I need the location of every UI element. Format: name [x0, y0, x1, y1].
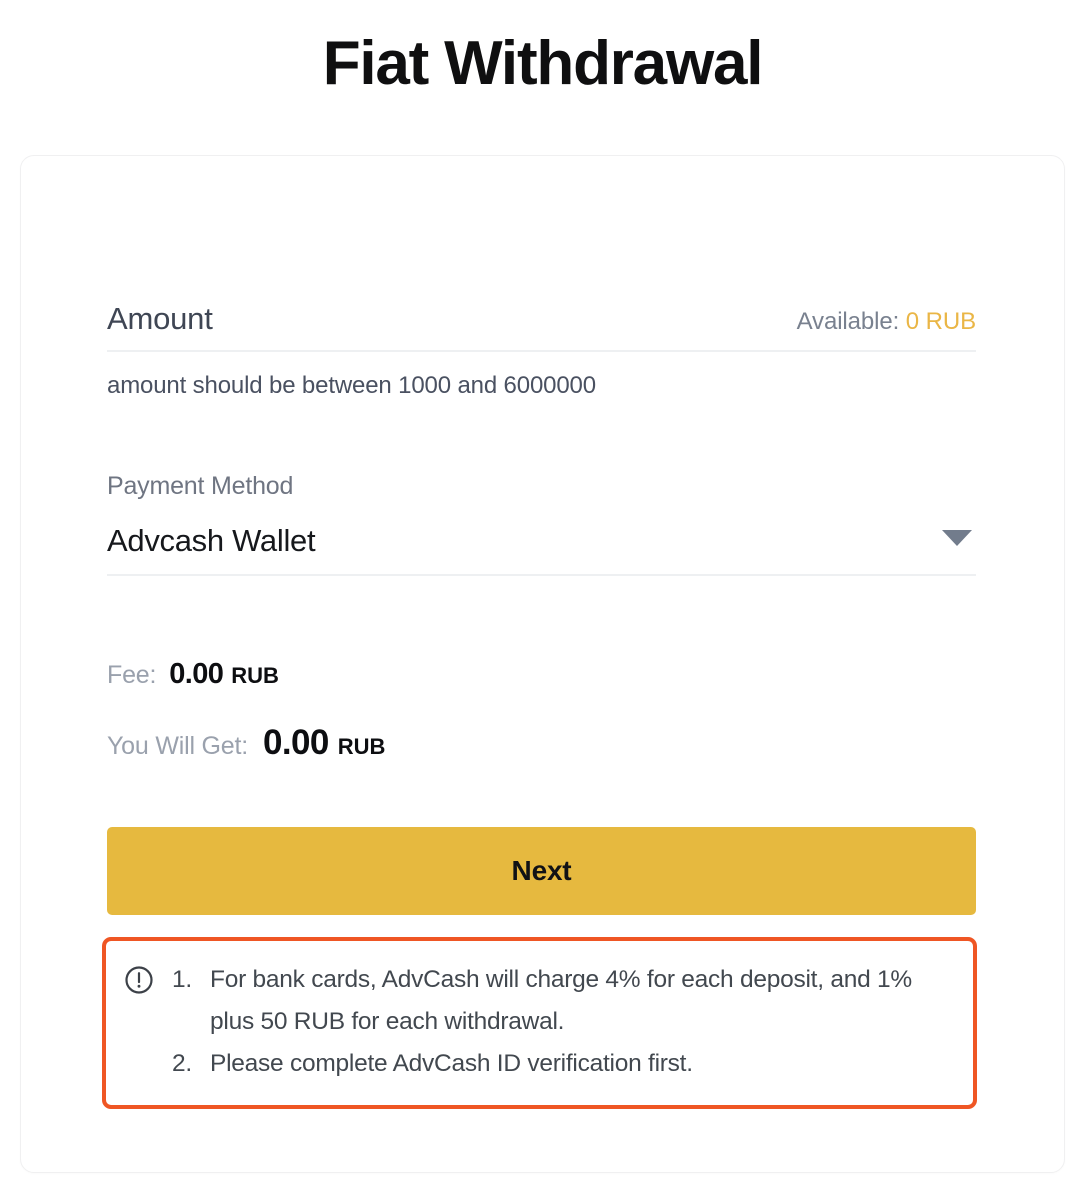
chevron-down-icon[interactable]: [942, 530, 972, 546]
amount-input[interactable]: Amount: [107, 301, 213, 337]
available-label: Available:: [796, 308, 900, 335]
fee-label: Fee:: [107, 661, 157, 689]
payment-method-label: Payment Method: [107, 472, 294, 500]
amount-field-group: Amount Available: 0 RUB amount should be…: [107, 301, 976, 400]
fee-amount: 0.00: [169, 658, 224, 690]
you-will-get-label: You Will Get:: [107, 732, 248, 760]
available-value: 0 RUB: [905, 308, 976, 335]
you-will-get-currency: RUB: [337, 734, 386, 759]
you-will-get-amount: 0.00: [262, 723, 329, 762]
amount-input-row[interactable]: Amount Available: 0 RUB: [107, 301, 976, 352]
exclamation-circle-icon: [124, 965, 154, 995]
payment-method-group: Payment Method Advcash Wallet: [107, 472, 976, 576]
withdrawal-card: Amount Available: 0 RUB amount should be…: [20, 155, 1065, 1173]
payment-method-select[interactable]: Advcash Wallet: [107, 523, 976, 576]
amount-helper-text: amount should be between 1000 and 600000…: [107, 372, 596, 399]
card-content: Amount Available: 0 RUB amount should be…: [102, 301, 977, 1110]
summary-section: Fee: 0.00 RUB You Will Get: 0.00 RUB: [107, 658, 976, 763]
payment-method-value: Advcash Wallet: [107, 523, 316, 558]
warning-box: For bank cards, AdvCash will charge 4% f…: [102, 937, 977, 1110]
fiat-withdrawal-page: Fiat Withdrawal Amount Available: 0 RUB …: [0, 0, 1085, 1200]
fee-row: Fee: 0.00 RUB: [107, 658, 976, 691]
warning-item: Please complete AdvCash ID verification …: [172, 1043, 693, 1085]
warning-list: For bank cards, AdvCash will charge 4% f…: [166, 959, 953, 1086]
available-balance: Available: 0 RUB: [796, 308, 977, 336]
page-title: Fiat Withdrawal: [322, 29, 764, 98]
warning-item: For bank cards, AdvCash will charge 4% f…: [172, 959, 912, 1036]
next-button[interactable]: Next: [107, 827, 976, 915]
you-will-get-row: You Will Get: 0.00 RUB: [107, 723, 976, 763]
fee-currency: RUB: [231, 663, 279, 688]
